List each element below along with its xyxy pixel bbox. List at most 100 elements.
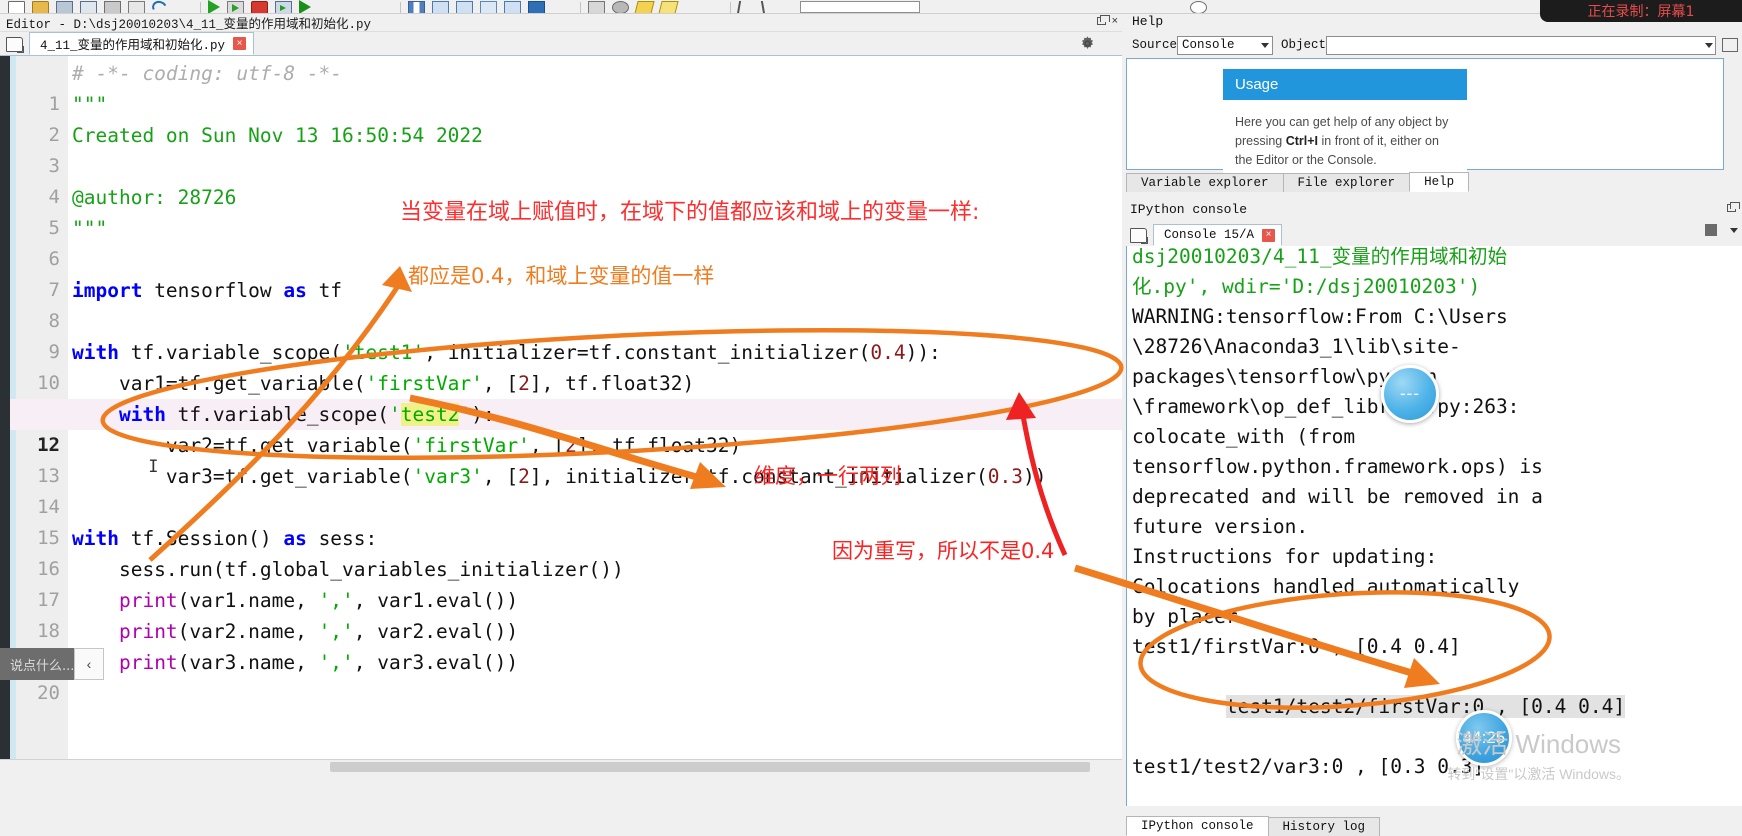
tab-label: Help: [1424, 175, 1455, 189]
code-line[interactable]: 17 sess.run(tf.global_variables_initiali…: [10, 554, 1122, 611]
code-line[interactable]: 18 print(var1.name, ',', var1.eval()): [10, 585, 1122, 642]
recording-label: 正在录制：屏幕1: [1587, 4, 1695, 20]
console-line: test1/test2/var3:0 , [0.3 0.3]: [1132, 755, 1485, 778]
usage-line-1: Here you can get help of any object by: [1235, 115, 1449, 129]
object-input[interactable]: [1326, 35, 1716, 55]
tab-help[interactable]: Help: [1409, 172, 1470, 192]
code-line[interactable]: 10 with tf.variable_scope('test1', initi…: [10, 337, 1122, 394]
code-line-current[interactable]: 12 with tf.variable_scope('test2'):: [10, 399, 1122, 456]
code-line[interactable]: 4: [10, 151, 1122, 208]
usage-shortcut: Ctrl+I: [1285, 134, 1319, 148]
comment-placeholder: 说点什么...: [10, 658, 75, 674]
source-label: Source: [1132, 38, 1178, 52]
run-file-icon[interactable]: [208, 0, 220, 13]
step-over-icon[interactable]: [432, 1, 449, 13]
code-line[interactable]: 8 import tensorflow as tf: [10, 275, 1122, 332]
undock-icon[interactable]: [1727, 202, 1740, 212]
undock-icon[interactable]: [1096, 15, 1110, 25]
tab-history-log[interactable]: History log: [1267, 817, 1381, 836]
code-line[interactable]: 7: [10, 244, 1122, 301]
highlight-icon[interactable]: [658, 1, 679, 13]
close-icon[interactable]: ×: [233, 37, 247, 50]
undo-icon[interactable]: [150, 0, 169, 13]
code-line[interactable]: 15: [10, 492, 1122, 549]
step-return-icon[interactable]: [480, 1, 497, 13]
collapse-comment-button[interactable]: ‹: [74, 648, 104, 680]
code-line[interactable]: 2 """: [10, 89, 1122, 146]
toolbar-separator: [400, 2, 401, 13]
stop-icon[interactable]: [1705, 224, 1717, 236]
back-icon[interactable]: [736, 1, 757, 13]
tab-file-explorer[interactable]: File explorer: [1282, 173, 1411, 192]
editor-file-tab[interactable]: 4_11_变量的作用域和初始化.py ×: [29, 32, 255, 55]
console-line: test1/test2/firstVar:0 , [0.4 0.4]: [1132, 662, 1742, 752]
code-line[interactable]: 11 var1=tf.get_variable('firstVar', [2],…: [10, 368, 1122, 425]
orb-label: ---: [1400, 384, 1420, 403]
continue-icon[interactable]: [504, 1, 521, 13]
step-into-icon[interactable]: [456, 1, 473, 13]
tab-label: Variable explorer: [1141, 176, 1269, 190]
tab-variable-explorer[interactable]: Variable explorer: [1126, 173, 1284, 192]
code-editor[interactable]: 1 # -*- coding: utf-8 -*- 2 """ 3 Create…: [0, 56, 1122, 759]
console-line: future version.: [1132, 515, 1309, 538]
code-line[interactable]: 9: [10, 306, 1122, 363]
scrollbar-thumb[interactable]: [330, 762, 1090, 772]
gear-icon[interactable]: [1079, 35, 1096, 52]
maximize-pane-icon[interactable]: [588, 1, 605, 13]
stop-icon[interactable]: [528, 1, 545, 13]
forward-icon[interactable]: [760, 1, 781, 13]
lock-icon[interactable]: [1722, 38, 1738, 52]
help-pane-tabs: Variable explorer File explorer Help: [1126, 172, 1470, 192]
code-line[interactable]: 6 """: [10, 213, 1122, 270]
code-line[interactable]: 1 # -*- coding: utf-8 -*-: [10, 58, 1122, 115]
editor-pane: Editor - D:\dsj20010203\4_11_变量的作用域和初始化.…: [0, 14, 1122, 773]
recording-timer-widget[interactable]: 44:25: [1456, 710, 1512, 766]
path-input[interactable]: [800, 1, 920, 13]
usage-line-3: the Editor or the Console.: [1235, 153, 1377, 167]
console-line: Instructions for updating:: [1132, 545, 1438, 568]
close-icon[interactable]: ×: [1262, 228, 1276, 242]
preferences-icon[interactable]: [612, 1, 629, 13]
recording-indicator[interactable]: 正在录制：屏幕1: [1540, 0, 1742, 22]
console-line: colocate_with (from: [1132, 425, 1356, 448]
help-content: Usage Here you can get help of any objec…: [1126, 58, 1724, 178]
console-output[interactable]: In [2]: runfile('D:/ dsj20010203/4_11_变量…: [1126, 246, 1742, 806]
timer-label: 44:25: [1462, 728, 1506, 747]
browse-tabs-icon[interactable]: [1130, 228, 1148, 244]
console-tab[interactable]: Console 15/A ×: [1153, 224, 1283, 246]
usage-title: Usage: [1223, 69, 1467, 100]
code-line[interactable]: 14 var3=tf.get_variable('var3', [2], ini…: [10, 461, 1122, 518]
search-icon[interactable]: [1190, 1, 1207, 13]
chevron-down-icon[interactable]: [1705, 42, 1713, 48]
code-line[interactable]: 5 @author: 28726: [10, 182, 1122, 239]
editor-horizontal-scrollbar[interactable]: [0, 759, 1122, 773]
pencil-icon[interactable]: [634, 1, 655, 13]
floating-orb-widget[interactable]: ---: [1381, 365, 1439, 423]
source-select-value: Console: [1182, 38, 1235, 52]
tab-ipython-console[interactable]: IPython console: [1126, 816, 1269, 836]
console-line: WARNING:tensorflow:From C:\Users: [1132, 305, 1508, 328]
console-line: \28726\Anaconda3_1\lib\site-: [1132, 335, 1461, 358]
console-line-text: test1/test2/firstVar:0 , [0.4 0.4]: [1225, 695, 1626, 718]
console-bottom-tabs: IPython console History log: [1126, 816, 1381, 836]
main-toolbar[interactable]: [0, 0, 1742, 14]
close-icon[interactable]: ×: [1112, 15, 1118, 27]
editor-title: Editor - D:\dsj20010203\4_11_变量的作用域和初始化.…: [6, 18, 372, 32]
code-line[interactable]: 3 Created on Sun Nov 13 16:50:54 2022: [10, 120, 1122, 177]
tab-label: IPython console: [1141, 819, 1254, 833]
console-tabbar: Console 15/A ×: [1124, 221, 1742, 246]
code-line[interactable]: 19 print(var2.name, ',', var2.eval()): [10, 616, 1122, 673]
source-select[interactable]: Console: [1177, 35, 1274, 55]
tab-label: File explorer: [1297, 176, 1396, 190]
console-line: Colocations handled automatically: [1132, 575, 1520, 598]
debug-icon[interactable]: [408, 1, 425, 13]
code-line[interactable]: 20 print(var3.name, ',', var3.eval()): [10, 647, 1122, 704]
code-line[interactable]: 13 var2=tf.get_variable('firstVar', [2],…: [10, 430, 1122, 487]
run-selection-icon[interactable]: [299, 0, 311, 13]
console-line: by placer.: [1132, 605, 1250, 628]
browse-tabs-icon[interactable]: [6, 37, 24, 53]
chevron-down-icon[interactable]: [1730, 227, 1738, 233]
code-line[interactable]: 16 with tf.Session() as sess:: [10, 523, 1122, 580]
help-toolbar: Source Console Object: [1124, 34, 1742, 56]
code-lines[interactable]: 1 # -*- coding: utf-8 -*- 2 """ 3 Create…: [10, 58, 1122, 704]
